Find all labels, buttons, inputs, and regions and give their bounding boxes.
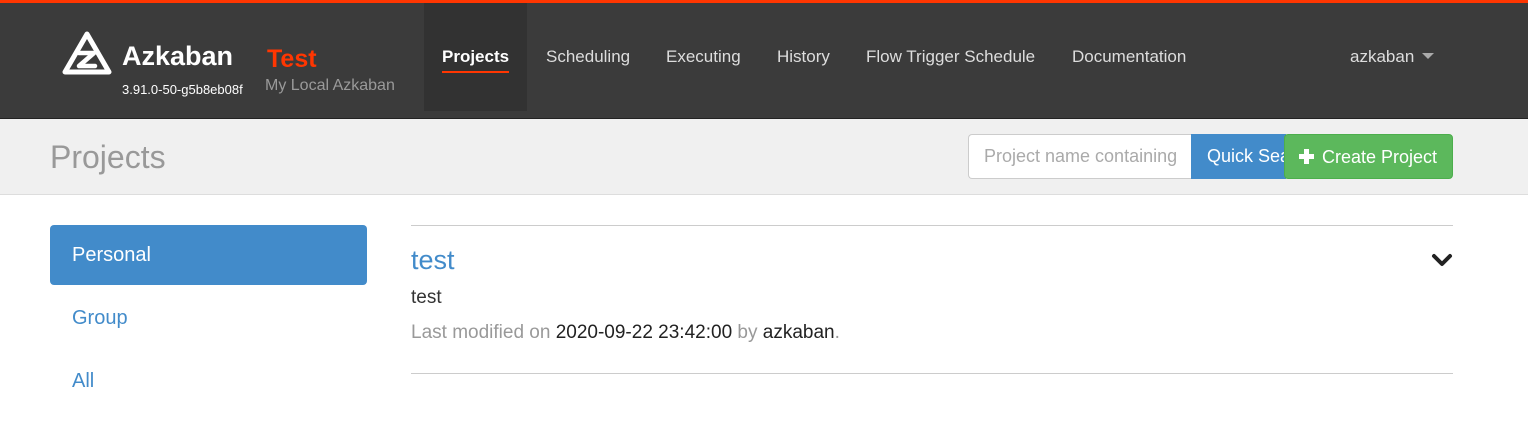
modified-prefix: Last modified on — [411, 322, 551, 343]
create-project-label: Create Project — [1322, 147, 1438, 167]
page-title: Projects — [50, 139, 166, 175]
project-search-input[interactable] — [968, 134, 1192, 179]
nav-documentation-label: Documentation — [1072, 47, 1187, 66]
nav-projects-label: Projects — [442, 47, 510, 66]
nav-executing-label: Executing — [666, 47, 741, 66]
project-modified-info: Last modified on 2020-09-22 23:42:00 by … — [411, 322, 840, 344]
nav-scheduling-label: Scheduling — [546, 47, 631, 66]
caret-down-icon — [1422, 53, 1435, 59]
nav-executing[interactable]: Executing — [648, 3, 759, 111]
active-underline — [442, 71, 510, 73]
plus-icon — [1299, 149, 1314, 164]
nav-history[interactable]: History — [759, 3, 848, 111]
quick-search-button[interactable]: Quick Search — [1191, 134, 1286, 179]
nav-scheduling[interactable]: Scheduling — [528, 3, 648, 111]
project-name-link[interactable]: test — [411, 245, 455, 276]
sidebar-item-group[interactable]: Group — [50, 288, 367, 348]
nav-projects[interactable]: Projects — [424, 3, 528, 111]
brand-subtitle: My Local Azkaban — [265, 77, 395, 94]
list-divider-top — [411, 225, 1453, 226]
list-divider-bottom — [411, 373, 1453, 374]
nav-history-label: History — [777, 47, 830, 66]
nav-flow-trigger-schedule-label: Flow Trigger Schedule — [866, 47, 1036, 66]
brand-name[interactable]: Azkaban — [122, 41, 233, 72]
modified-by-user: azkaban — [762, 322, 835, 343]
user-name: azkaban — [1350, 47, 1415, 66]
brand-env-label: Test — [267, 45, 317, 73]
create-project-button[interactable]: Create Project — [1284, 134, 1453, 179]
sentence-end: . — [834, 322, 840, 343]
sidebar-item-all[interactable]: All — [50, 351, 367, 411]
page-header: Projects Quick Search Create Project — [0, 119, 1528, 195]
by-label: by — [737, 322, 758, 343]
chevron-down-icon[interactable] — [1430, 248, 1454, 272]
brand-version: 3.91.0-50-g5b8eb08f — [122, 82, 243, 97]
top-navbar: Azkaban Test 3.91.0-50-g5b8eb08f My Loca… — [0, 0, 1528, 119]
nav-flow-trigger-schedule[interactable]: Flow Trigger Schedule — [848, 3, 1053, 111]
sidebar-item-personal[interactable]: Personal — [50, 225, 367, 285]
azkaban-logo-icon[interactable] — [62, 31, 112, 81]
user-menu[interactable]: azkaban — [1350, 47, 1435, 67]
project-description: test — [411, 287, 442, 308]
modified-date: 2020-09-22 23:42:00 — [555, 322, 733, 343]
nav-documentation[interactable]: Documentation — [1054, 3, 1204, 111]
